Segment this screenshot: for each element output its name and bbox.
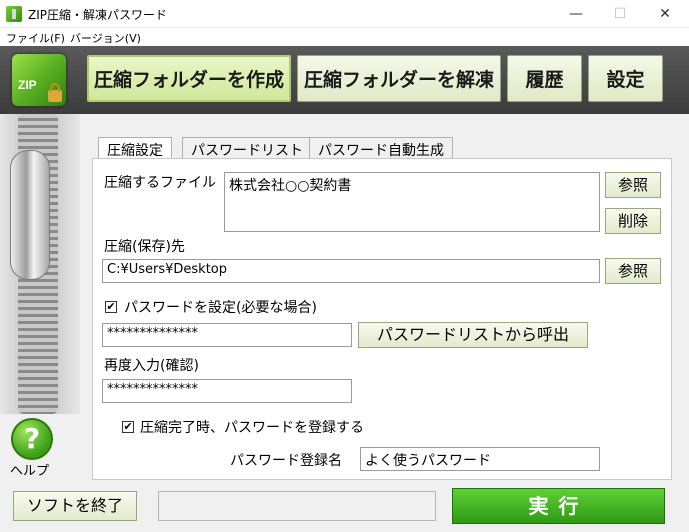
app-icon bbox=[6, 6, 22, 22]
create-zip-button[interactable]: 圧縮フォルダーを作成 bbox=[87, 55, 291, 102]
browse-file-button[interactable]: 参照 bbox=[605, 172, 661, 198]
menu-file[interactable]: ファイル(F) bbox=[6, 30, 65, 46]
extract-zip-button[interactable]: 圧縮フォルダーを解凍 bbox=[297, 55, 501, 102]
tab-password-generator[interactable]: パスワード自動生成 bbox=[309, 137, 453, 159]
remove-file-button[interactable]: 削除 bbox=[605, 208, 661, 234]
minimize-button[interactable]: — bbox=[561, 3, 591, 25]
tab-password-list[interactable]: パスワードリスト bbox=[182, 137, 312, 159]
menu-bar: ファイル(F) バージョン(V) bbox=[0, 28, 689, 46]
help-icon[interactable]: ? bbox=[11, 418, 53, 460]
title-bar: ZIP圧縮・解凍パスワード — ☐ ✕ bbox=[0, 0, 689, 28]
menu-version[interactable]: バージョン(V) bbox=[70, 30, 141, 46]
reg-name-field[interactable]: よく使うパスワード bbox=[360, 447, 600, 471]
zipper-pull-icon bbox=[10, 150, 50, 280]
status-box bbox=[158, 491, 436, 521]
set-password-label: パスワードを設定(必要な場合) bbox=[124, 300, 317, 316]
settings-button[interactable]: 設定 bbox=[588, 55, 663, 102]
zip-logo-icon: ZIP bbox=[12, 54, 66, 106]
help-label[interactable]: ヘルプ bbox=[10, 460, 49, 479]
run-button[interactable]: 実行 bbox=[452, 488, 665, 524]
recall-password-list-button[interactable]: パスワードリストから呼出 bbox=[358, 322, 588, 348]
register-password-label: 圧縮完了時、パスワードを登録する bbox=[140, 420, 364, 436]
tab-compress-settings[interactable]: 圧縮設定 bbox=[98, 137, 172, 160]
dest-label: 圧縮(保存)先 bbox=[104, 239, 185, 255]
browse-dest-button[interactable]: 参照 bbox=[605, 258, 661, 284]
password-field[interactable]: ************** bbox=[102, 323, 352, 347]
maximize-button[interactable]: ☐ bbox=[605, 3, 635, 25]
reg-name-label: パスワード登録名 bbox=[230, 453, 342, 469]
window-title: ZIP圧縮・解凍パスワード bbox=[28, 8, 167, 22]
set-password-checkbox[interactable]: ✔ bbox=[105, 301, 117, 313]
header-toolbar: ZIP 圧縮フォルダーを作成 圧縮フォルダーを解凍 履歴 設定 bbox=[0, 46, 689, 114]
file-label: 圧縮するファイル bbox=[104, 175, 216, 191]
reenter-label: 再度入力(確認) bbox=[104, 358, 199, 374]
password-confirm-field[interactable]: ************** bbox=[102, 379, 352, 403]
lock-icon bbox=[48, 83, 62, 102]
close-button[interactable]: ✕ bbox=[650, 3, 680, 25]
file-list-box[interactable]: 株式会社○○契約書 bbox=[224, 172, 600, 232]
zip-logo-text: ZIP bbox=[18, 78, 37, 92]
quit-button[interactable]: ソフトを終了 bbox=[13, 491, 137, 521]
zipper-decoration bbox=[0, 114, 80, 414]
history-button[interactable]: 履歴 bbox=[507, 55, 582, 102]
dest-path-field[interactable]: C:¥Users¥Desktop bbox=[102, 259, 600, 283]
register-password-checkbox[interactable]: ✔ bbox=[122, 421, 134, 433]
